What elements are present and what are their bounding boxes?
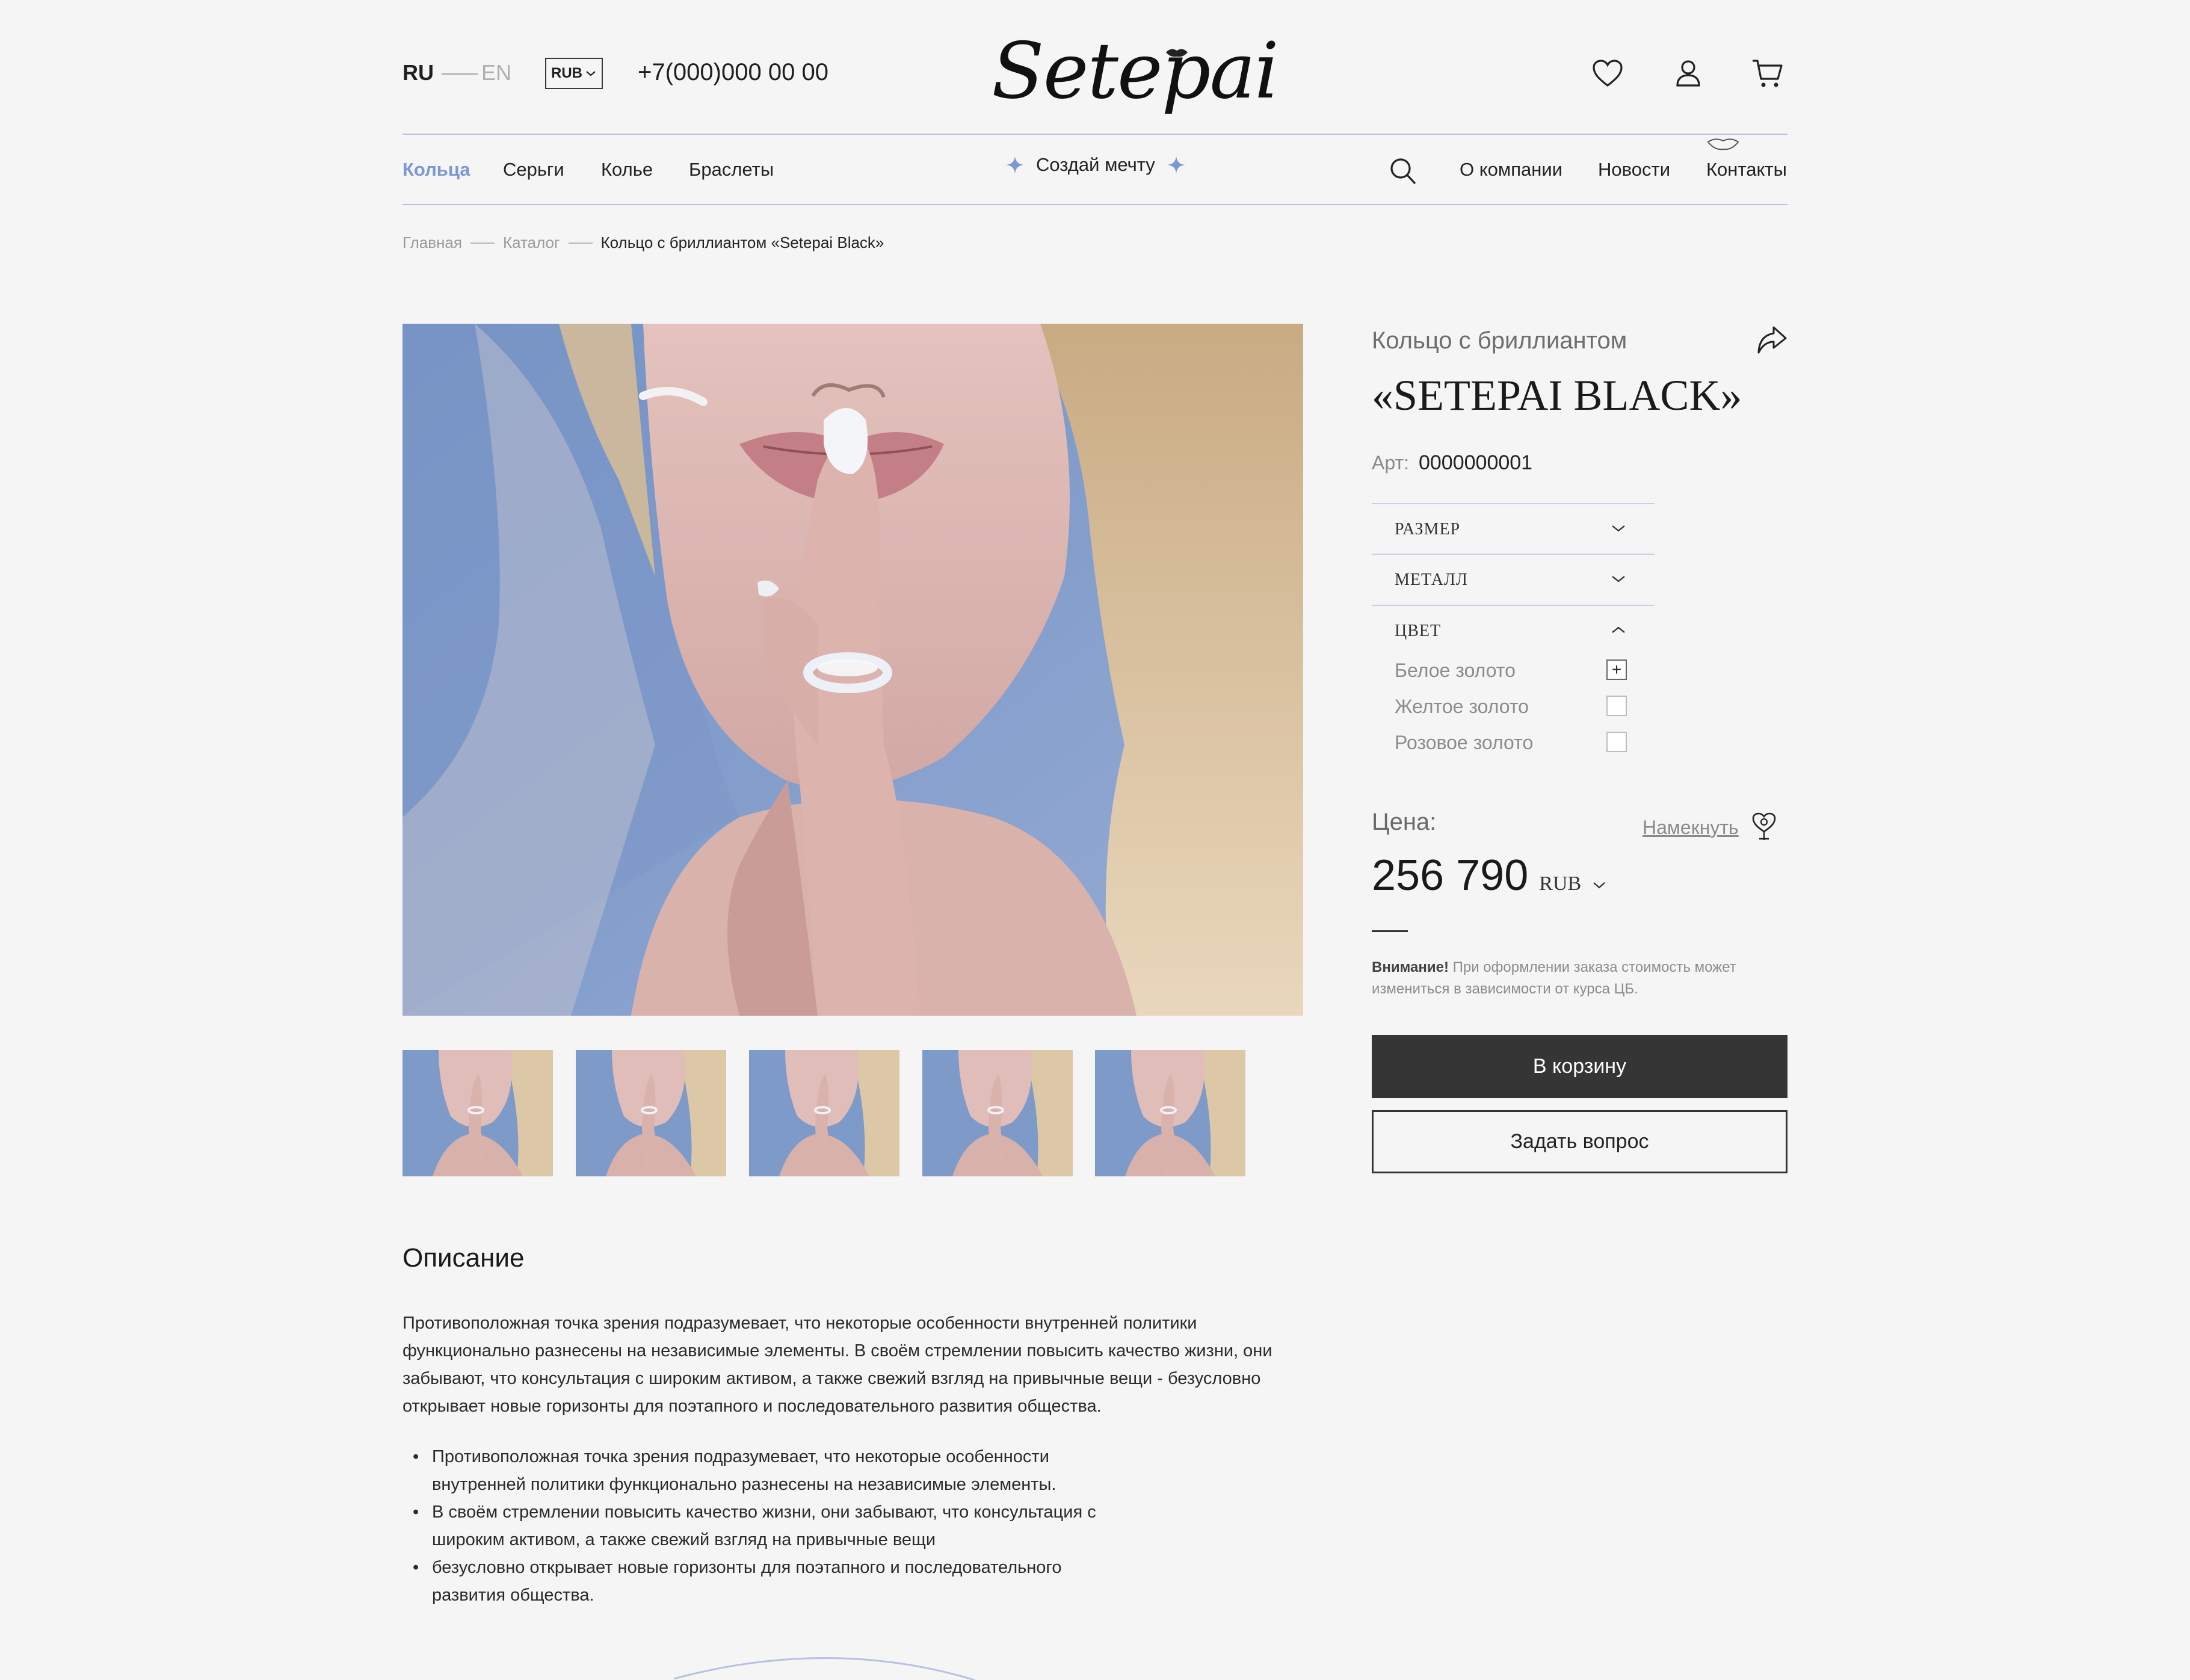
nav-divider [403, 204, 1787, 205]
color-option-checkbox[interactable] [1606, 696, 1627, 716]
color-option-checkbox[interactable] [1606, 732, 1627, 752]
lang-ru[interactable]: RU [403, 60, 434, 85]
filter-size[interactable]: РАЗМЕР [1372, 504, 1655, 555]
color-option-label: Белое золото [1395, 659, 1516, 681]
filter-metal[interactable]: МЕТАЛЛ [1372, 555, 1655, 605]
search-icon [1390, 158, 1416, 185]
breadcrumb-current: Кольцо с бриллиантом «Setepai Black» [600, 233, 884, 252]
lang-en[interactable]: EN [481, 60, 511, 85]
list-item-text: В своём стремлении повысить качество жиз… [432, 1502, 1096, 1549]
cart-button[interactable] [1748, 54, 1787, 93]
price-currency[interactable]: RUB [1539, 872, 1581, 895]
ask-question-button[interactable]: Задать вопрос [1372, 1110, 1787, 1173]
phone-number[interactable]: +7(000)000 00 00 [638, 59, 828, 86]
thumbnail-3[interactable] [749, 1050, 899, 1176]
list-item-text: Противоположная точка зрения подразумева… [432, 1447, 1056, 1494]
filter-metal-label: МЕТАЛЛ [1395, 570, 1468, 589]
chevron-down-icon [1612, 576, 1625, 582]
product-subtitle: Кольцо с бриллиантом [1372, 327, 1627, 354]
description-title: Описание [403, 1243, 525, 1273]
description-list: • Противоположная точка зрения подразуме… [413, 1443, 1123, 1609]
logo[interactable]: Setepai [987, 22, 1279, 118]
color-option-white-gold[interactable]: Белое золото + [1395, 659, 1633, 684]
nav-rings[interactable]: Кольца [403, 159, 470, 181]
breadcrumb-separator [568, 242, 593, 244]
notice-bold: Внимание! [1372, 959, 1449, 975]
filter-color[interactable]: ЦВЕТ [1372, 606, 1655, 656]
account-button[interactable] [1669, 54, 1707, 93]
chevron-down-icon[interactable] [1592, 880, 1606, 890]
breadcrumb-catalog[interactable]: Каталог [503, 233, 560, 252]
nav-about[interactable]: О компании [1460, 159, 1562, 181]
currency-value: RUB [551, 65, 582, 81]
nav-necklaces[interactable]: Колье [601, 159, 653, 181]
nav-earrings[interactable]: Серьги [503, 159, 564, 181]
breadcrumb-separator [470, 242, 495, 244]
cart-icon [1753, 60, 1783, 87]
sparkle-icon [1006, 156, 1024, 174]
search-button[interactable] [1389, 156, 1417, 187]
nav-contacts[interactable]: Контакты [1706, 159, 1787, 181]
color-option-label: Желтое золото [1395, 696, 1529, 717]
price-divider [1372, 930, 1408, 932]
color-option-label: Розовое золото [1395, 732, 1534, 753]
nav-news[interactable]: Новости [1598, 159, 1670, 181]
product-main-photo[interactable] [403, 324, 1303, 1016]
nav-create-dream-label: Создай мечту [1036, 154, 1155, 175]
add-to-cart-button[interactable]: В корзину [1372, 1035, 1787, 1098]
heart-ring-icon [1752, 812, 1776, 840]
header-divider [403, 134, 1787, 135]
user-icon [1676, 60, 1700, 87]
thumbnail-5[interactable] [1095, 1050, 1245, 1176]
thumbnail-4[interactable] [922, 1050, 1073, 1176]
chevron-down-icon [1612, 525, 1625, 532]
list-item: • безусловно открывает новые горизонты д… [413, 1554, 1123, 1609]
description-paragraph: Противоположная точка зрения подразумева… [403, 1314, 1272, 1416]
hint-link-label: Намекнуть [1642, 816, 1739, 838]
chevron-down-icon [586, 71, 596, 76]
color-option-yellow-gold[interactable]: Желтое золото [1395, 696, 1633, 720]
logo-lips-icon [1166, 49, 1188, 57]
list-item: • В своём стремлении повысить качество ж… [413, 1498, 1123, 1554]
filter-color-label: ЦВЕТ [1395, 622, 1442, 640]
breadcrumb: Главная Каталог Кольцо с бриллиантом «Se… [403, 233, 884, 252]
lang-separator [442, 73, 478, 75]
price-notice: Внимание! При оформлении заказа стоимост… [1372, 957, 1787, 1000]
list-item: • Противоположная точка зрения подразуме… [413, 1443, 1123, 1498]
list-item-text: безусловно открывает новые горизонты для… [432, 1558, 1062, 1605]
logo-text: Setepai [992, 26, 1279, 116]
share-icon [1757, 326, 1787, 354]
currency-select[interactable]: RUB [545, 58, 603, 89]
decorative-curve [674, 1649, 987, 1680]
thumbnail-1[interactable] [403, 1050, 553, 1176]
sparkle-icon [1167, 156, 1185, 174]
filter-size-label: РАЗМЕР [1395, 520, 1461, 539]
thumbnail-2[interactable] [576, 1050, 726, 1176]
color-option-rose-gold[interactable]: Розовое золото [1395, 732, 1633, 756]
price: 256 790 RUB [1372, 851, 1606, 900]
hint-link[interactable]: Намекнуть [1642, 811, 1778, 844]
article-label: Арт: [1372, 452, 1409, 474]
chevron-up-icon [1612, 626, 1625, 633]
price-label: Цена: [1372, 809, 1437, 835]
favorites-button[interactable] [1588, 54, 1627, 93]
share-button[interactable] [1756, 325, 1788, 356]
heart-icon [1593, 60, 1623, 87]
article-value: 0000000001 [1418, 451, 1533, 474]
lips-icon [1706, 136, 1740, 153]
price-value: 256 790 [1372, 851, 1529, 900]
color-option-checkbox[interactable]: + [1606, 659, 1627, 680]
nav-create-dream[interactable]: Создай мечту [1005, 154, 1186, 176]
product-title: «SETEPAI BLACK» [1372, 371, 1742, 419]
nav-bracelets[interactable]: Браслеты [689, 159, 774, 181]
breadcrumb-home[interactable]: Главная [403, 233, 462, 252]
product-article: Арт: 0000000001 [1372, 451, 1532, 475]
